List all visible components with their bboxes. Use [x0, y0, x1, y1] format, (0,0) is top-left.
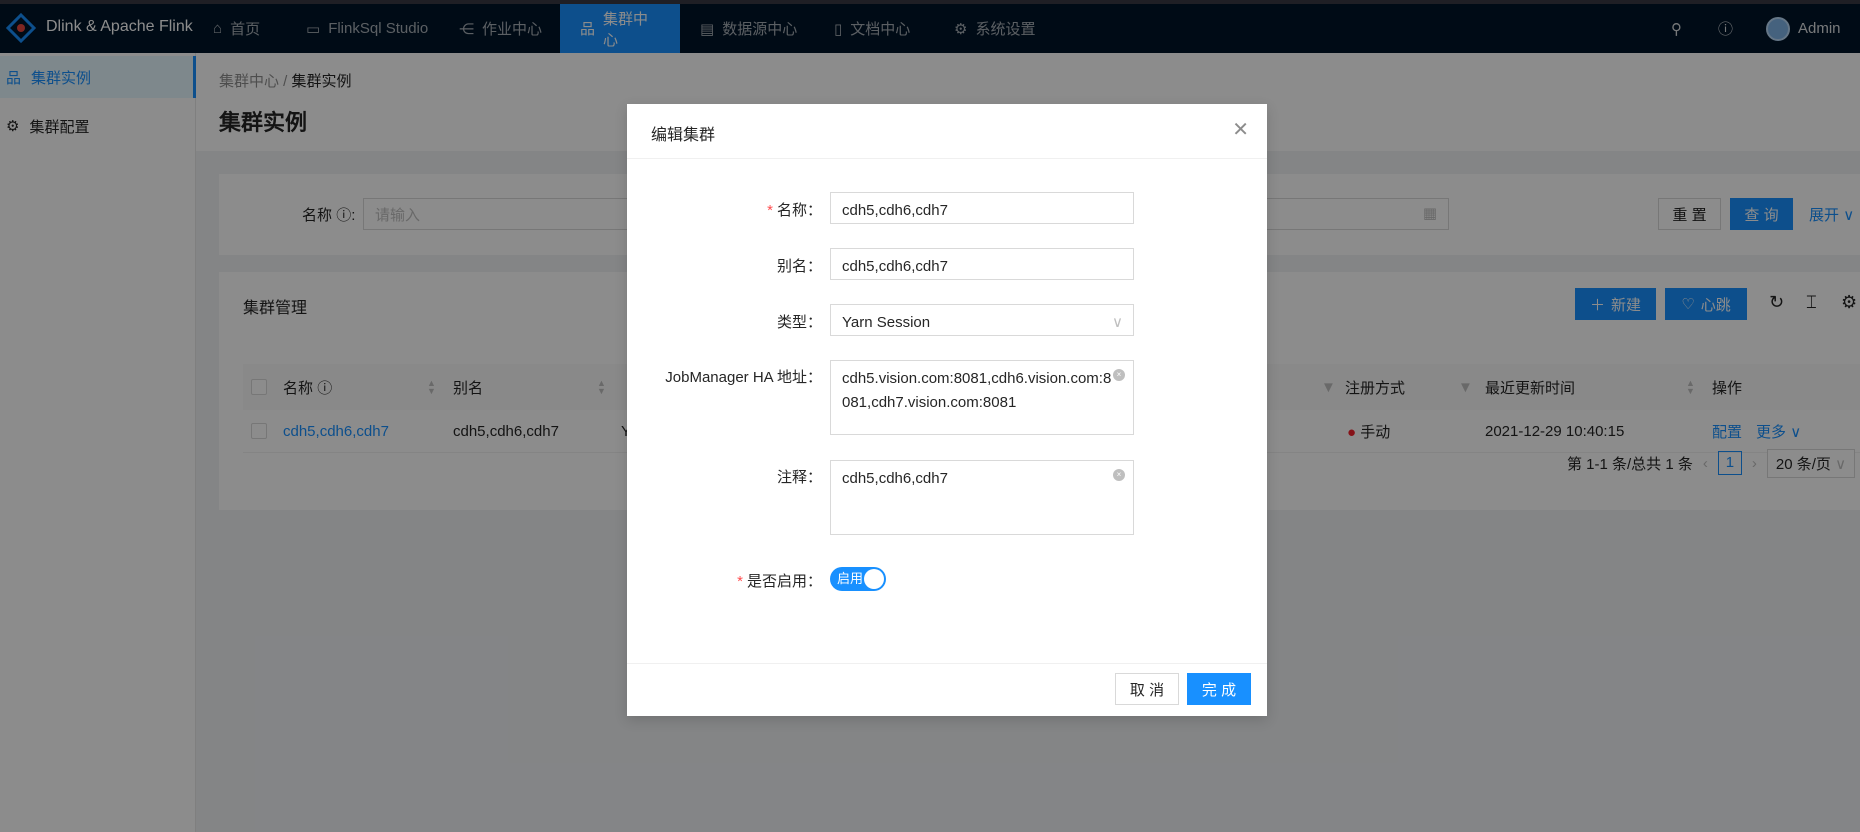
enabled-switch[interactable]: 启用	[830, 567, 886, 591]
switch-knob	[864, 569, 884, 589]
name-label: * 名称：	[767, 202, 822, 219]
alias-label: 别名：	[776, 258, 822, 275]
clear-icon[interactable]: ×	[1113, 469, 1125, 481]
ok-button[interactable]: 完 成	[1187, 673, 1251, 705]
type-label: 类型：	[776, 314, 822, 331]
alias-input[interactable]: cdh5,cdh6,cdh7	[830, 248, 1134, 280]
cancel-button[interactable]: 取 消	[1115, 673, 1179, 705]
hosts-label: JobManager HA 地址：	[665, 369, 822, 386]
type-select[interactable]: Yarn Session ∨	[830, 304, 1134, 336]
modal-header: 编辑集群 ✕	[627, 104, 1267, 159]
clear-icon[interactable]: ×	[1113, 369, 1125, 381]
modal-footer: 取 消 完 成	[627, 663, 1267, 716]
modal-title: 编辑集群	[651, 127, 716, 144]
enabled-label: * 是否启用：	[737, 573, 822, 590]
edit-cluster-modal: 编辑集群 ✕ * 名称： cdh5,cdh6,cdh7 别名： cdh5,cdh6…	[627, 104, 1267, 716]
note-label: 注释：	[776, 469, 822, 486]
note-textarea[interactable]: cdh5,cdh6,cdh7 ×	[830, 460, 1134, 535]
close-icon[interactable]: ✕	[1232, 117, 1249, 142]
chevron-down-icon: ∨	[1112, 314, 1123, 331]
name-input[interactable]: cdh5,cdh6,cdh7	[830, 192, 1134, 224]
hosts-textarea[interactable]: cdh5.vision.com:8081,cdh6.vision.com:808…	[830, 360, 1134, 435]
